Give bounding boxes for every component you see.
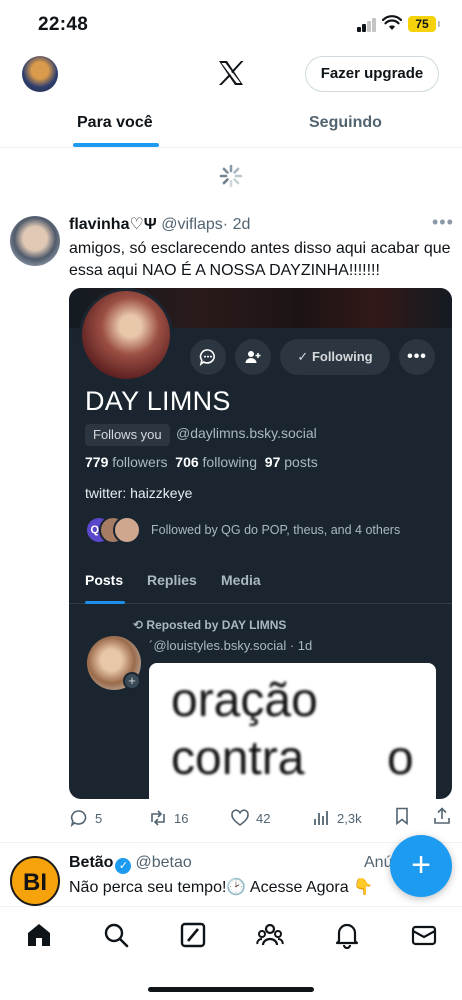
status-bar: 22:48 75 [0,0,462,48]
ad-tweet-text: Não perca seu tempo!🕑 Acesse Agora 👇 [69,879,373,896]
card-handle: @daylimns.bsky.social [176,425,317,441]
x-logo-icon [219,61,244,85]
bottom-navigation [0,906,462,1000]
mutual-follower-avatar [113,516,141,544]
verified-badge-icon: ✓ [115,858,132,874]
tweet-divider [0,842,462,843]
tab-for-you[interactable]: Para você [77,114,153,132]
search-icon[interactable] [102,921,130,949]
inner-image-text: oração [171,674,318,727]
loading-spinner-icon [219,164,243,188]
tweet-time: · 2d [222,216,251,233]
following-label: following [202,454,258,470]
card-tab-posts: Posts [85,572,124,588]
messages-mail-icon[interactable] [410,921,438,949]
status-time: 22:48 [38,14,89,35]
follows-you-badge: Follows you [85,424,170,446]
inner-image-text: contra [171,732,305,785]
profile-avatar[interactable] [22,56,58,92]
inner-post-image: oração contra o [149,663,436,799]
compose-button[interactable]: + [390,835,452,897]
like-count: 42 [256,810,271,826]
posts-label: posts [284,454,318,470]
card-display-name: DAY LIMNS [85,386,231,416]
posts-count: 97 [264,454,281,470]
home-icon[interactable] [25,921,53,949]
repost-icon: ⟲ [133,618,144,632]
timeline-tabs: Para você Seguindo [0,100,462,148]
repost-button[interactable]: 16 [148,806,188,830]
inner-post-handle: ´@louistyles.bsky.social · 1d [149,638,313,653]
card-tab-indicator [85,601,125,604]
card-following-label: Following [311,349,373,364]
inner-image-text: o [387,732,414,785]
wifi-icon [382,15,402,30]
reply-icon [70,810,87,828]
tweet-header: flavinha♡Ψ @viflaps· 2d [69,214,250,234]
bookmark-icon[interactable] [392,806,412,826]
tweet-author-avatar[interactable] [10,216,60,266]
tab-following[interactable]: Seguindo [309,114,382,132]
card-profile-avatar [79,288,173,382]
card-bio: twitter: haizzkeye [85,485,193,501]
like-button[interactable]: 42 [230,806,270,830]
header: Fazer upgrade [0,48,462,100]
repost-text: Reposted by DAY LIMNS [146,618,287,632]
tweet-author-name[interactable]: flavinha♡Ψ [69,216,157,233]
followers-count: 779 [85,454,109,470]
grok-icon[interactable] [179,921,207,949]
card-tab-replies: Replies [147,572,197,588]
card-tab-media: Media [221,572,261,588]
home-indicator [148,987,314,992]
repost-line: ⟲ Reposted by DAY LIMNS [133,618,286,632]
share-icon[interactable] [432,806,452,826]
following-count: 706 [175,454,199,470]
active-tab-indicator [73,143,159,147]
communities-icon[interactable] [256,921,284,949]
ad-author-avatar[interactable]: BI [10,856,60,906]
card-following-button: ✓ Following [280,339,390,375]
ad-label: Anú [364,854,393,871]
repost-icon [151,810,165,826]
signal-icon [357,18,377,32]
card-profile-tabs: Posts Replies Media [69,566,452,604]
more-options-icon[interactable]: ••• [432,212,454,233]
views-icon [314,811,328,825]
views-button[interactable]: 2,3k [311,806,362,830]
ad-tweet-header: Betão ✓ @betao [69,854,192,874]
views-count: 2,3k [337,810,362,826]
card-more-icon: ••• [399,339,435,375]
ad-author-handle[interactable]: @betao [135,854,191,871]
follow-plus-icon: + [123,672,141,690]
battery-indicator: 75 [408,16,440,32]
mutual-followers-avatars: QG [85,516,143,546]
reply-count: 5 [95,810,103,826]
repost-count: 16 [174,810,189,826]
tweet-text: amigos, só esclarecendo antes disso aqui… [69,240,451,279]
notifications-bell-icon[interactable] [333,921,361,949]
followed-by-text: Followed by QG do POP, theus, and 4 othe… [151,523,401,537]
reply-button[interactable]: 5 [69,806,102,830]
followers-label: followers [112,454,168,470]
check-icon: ✓ [297,349,309,364]
card-stats: 779 followers 706 following 97 posts [85,454,318,470]
tweet-media-card[interactable]: ✓ Following ••• DAY LIMNS Follows you @d… [69,288,452,799]
ad-author-name[interactable]: Betão [69,854,113,871]
add-to-list-icon [235,339,271,375]
tweet-author-handle[interactable]: @viflaps [161,216,223,233]
tweet-actions: 5 16 42 2,3k [0,806,462,832]
heart-icon [231,809,249,827]
upgrade-button[interactable]: Fazer upgrade [305,56,439,92]
message-icon [190,339,226,375]
